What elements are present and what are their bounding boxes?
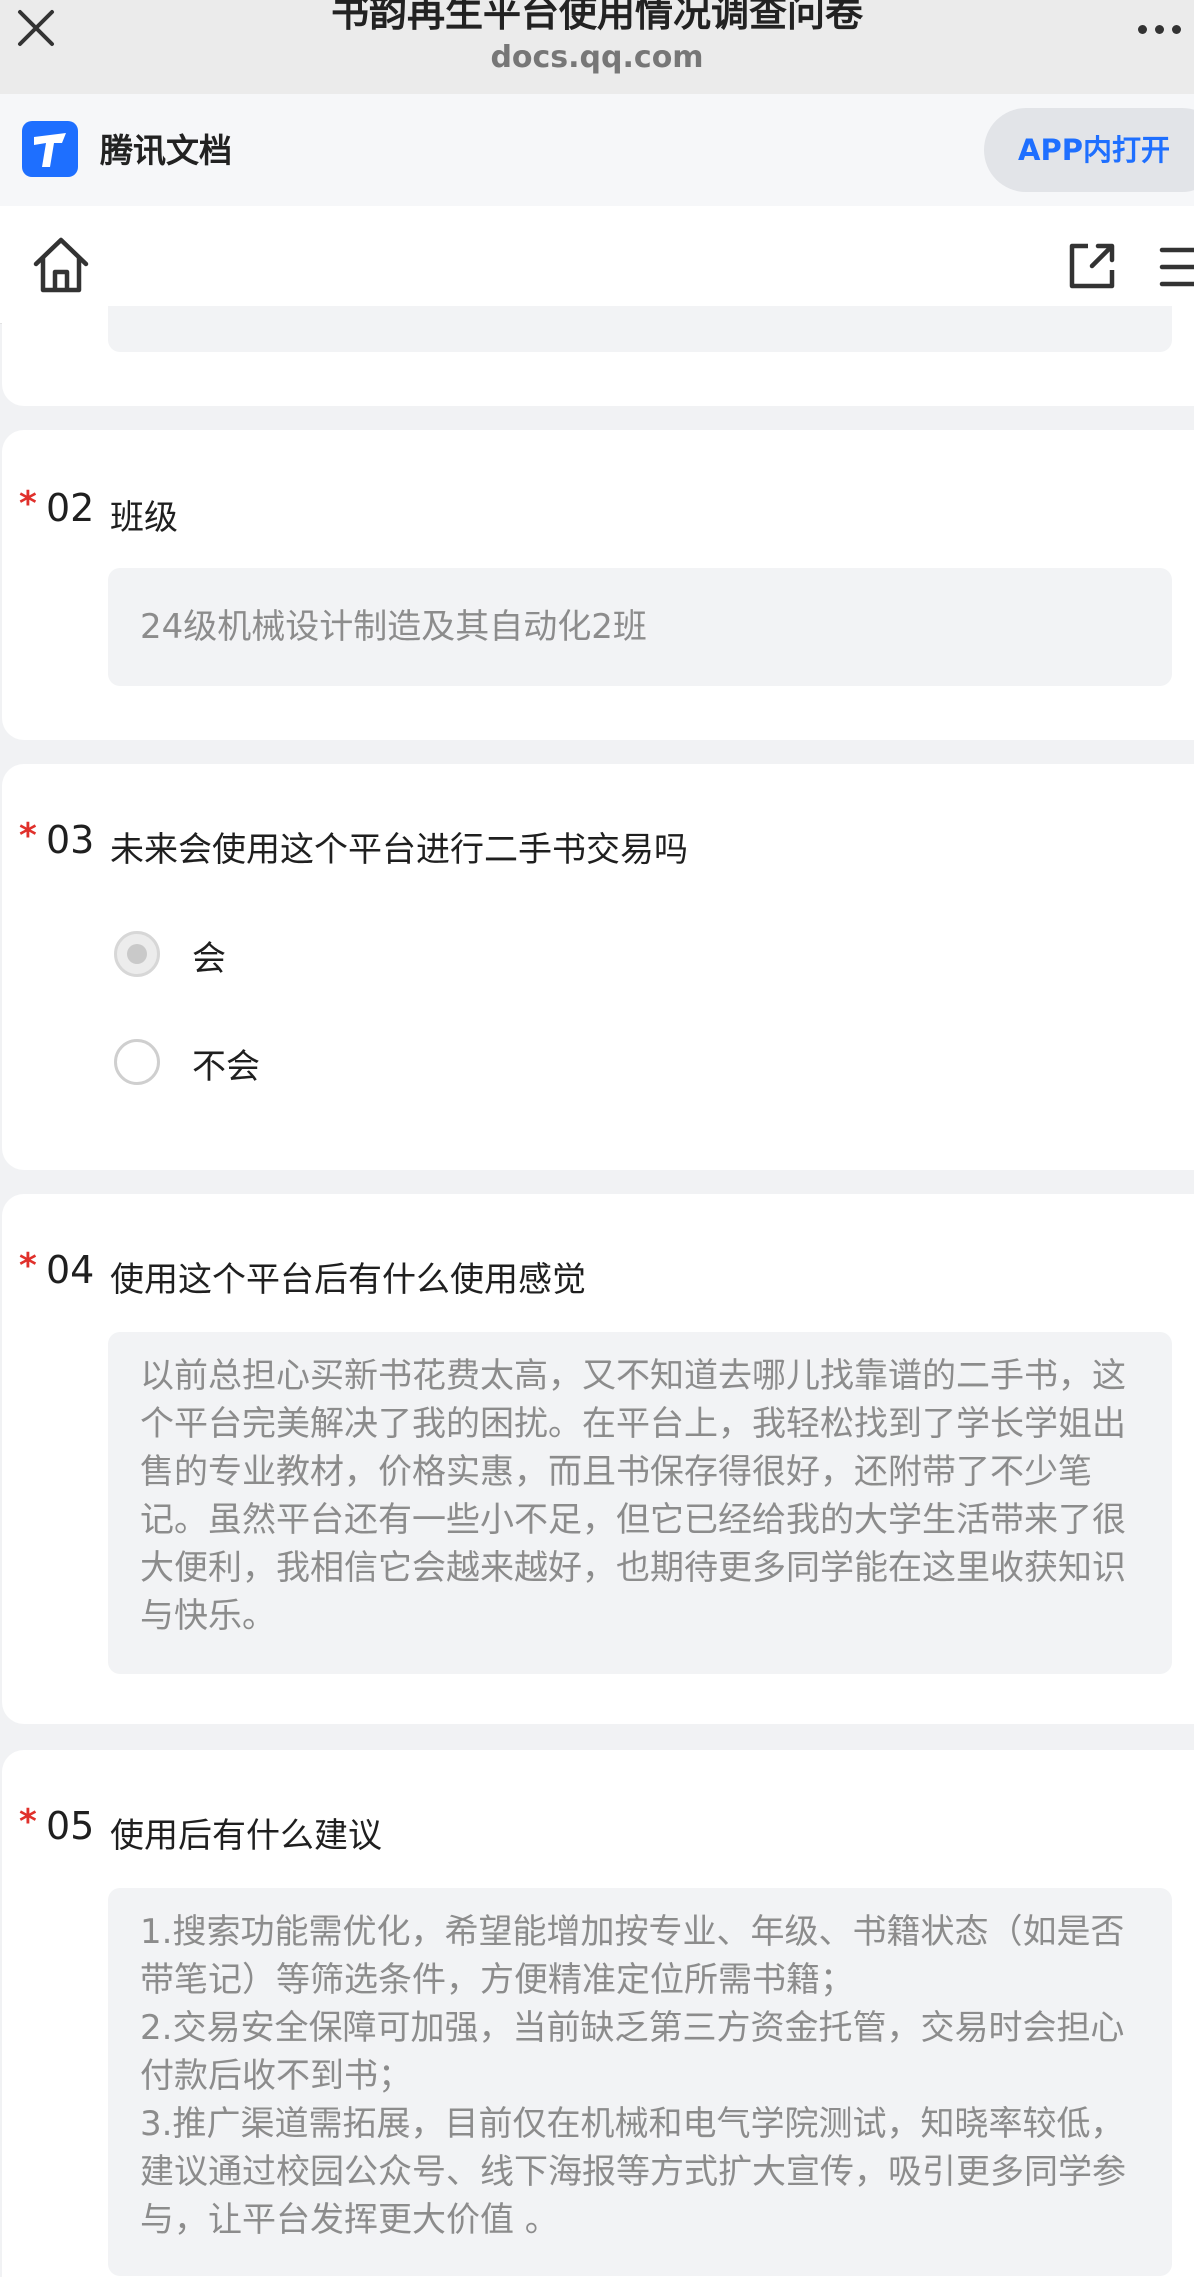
answer-field[interactable]: 24级机械设计制造及其自动化2班 — [108, 568, 1172, 686]
question-number: 05 — [46, 1804, 95, 1848]
option-label: 不会 — [192, 1047, 260, 1087]
question-number: 03 — [46, 818, 95, 862]
option-no[interactable]: 不会 — [112, 1034, 712, 1090]
app-banner: 腾讯文档 APP内打开 — [0, 94, 1194, 206]
question-title: 使用后有什么建议 — [110, 1816, 382, 1856]
required-mark: * — [19, 1802, 37, 1842]
app-name: 腾讯文档 — [100, 131, 232, 170]
menu-icon[interactable] — [1158, 244, 1194, 290]
answer-line: 1.搜索功能需优化，希望能增加按专业、年级、书籍状态（如是否带笔记）等筛选条件，… — [140, 1912, 1125, 2000]
question-card-02: * 02 班级 24级机械设计制造及其自动化2班 — [2, 430, 1194, 740]
question-title: 班级 — [110, 498, 178, 538]
open-in-app-button[interactable]: APP内打开 — [984, 108, 1194, 192]
share-icon[interactable] — [1066, 240, 1118, 292]
radio-unselected-icon[interactable] — [114, 1039, 160, 1085]
question-number: 04 — [46, 1248, 95, 1292]
radio-selected-icon[interactable] — [114, 931, 160, 977]
tencent-docs-logo-icon — [22, 121, 78, 177]
required-mark: * — [19, 816, 37, 856]
question-card-01 — [2, 306, 1194, 406]
answer-field[interactable]: 以前总担心买新书花费太高，又不知道去哪儿找靠谱的二手书，这个平台完美解决了我的困… — [108, 1332, 1172, 1674]
required-mark: * — [19, 484, 37, 524]
option-label: 会 — [192, 939, 226, 979]
page-url: docs.qq.com — [490, 40, 704, 75]
page-title: 书韵再生平台使用情况调查问卷 — [330, 0, 863, 35]
question-card-04: * 04 使用这个平台后有什么使用感觉 以前总担心买新书花费太高，又不知道去哪儿… — [2, 1194, 1194, 1724]
option-yes[interactable]: 会 — [112, 926, 712, 982]
question-number: 02 — [46, 486, 95, 530]
home-icon[interactable] — [30, 234, 92, 296]
question-title: 未来会使用这个平台进行二手书交易吗 — [110, 830, 688, 870]
answer-field[interactable]: 1.搜索功能需优化，希望能增加按专业、年级、书籍状态（如是否带笔记）等筛选条件，… — [108, 1888, 1172, 2276]
answer-box-01[interactable] — [108, 306, 1172, 352]
answer-line: 3.推广渠道需拓展，目前仅在机械和电气学院测试，知晓率较低，建议通过校园公众号、… — [140, 2104, 1126, 2240]
browser-bar: 书韵再生平台使用情况调查问卷 docs.qq.com — [0, 0, 1194, 94]
question-title: 使用这个平台后有什么使用感觉 — [110, 1260, 586, 1300]
question-card-03: * 03 未来会使用这个平台进行二手书交易吗 会 不会 — [2, 764, 1194, 1170]
answer-line: 2.交易安全保障可加强，当前缺乏第三方资金托管，交易时会担心付款后收不到书； — [140, 2008, 1125, 2096]
more-options-icon[interactable] — [1122, 8, 1194, 48]
question-card-05: * 05 使用后有什么建议 1.搜索功能需优化，希望能增加按专业、年级、书籍状态… — [2, 1750, 1194, 2277]
required-mark: * — [19, 1246, 37, 1286]
